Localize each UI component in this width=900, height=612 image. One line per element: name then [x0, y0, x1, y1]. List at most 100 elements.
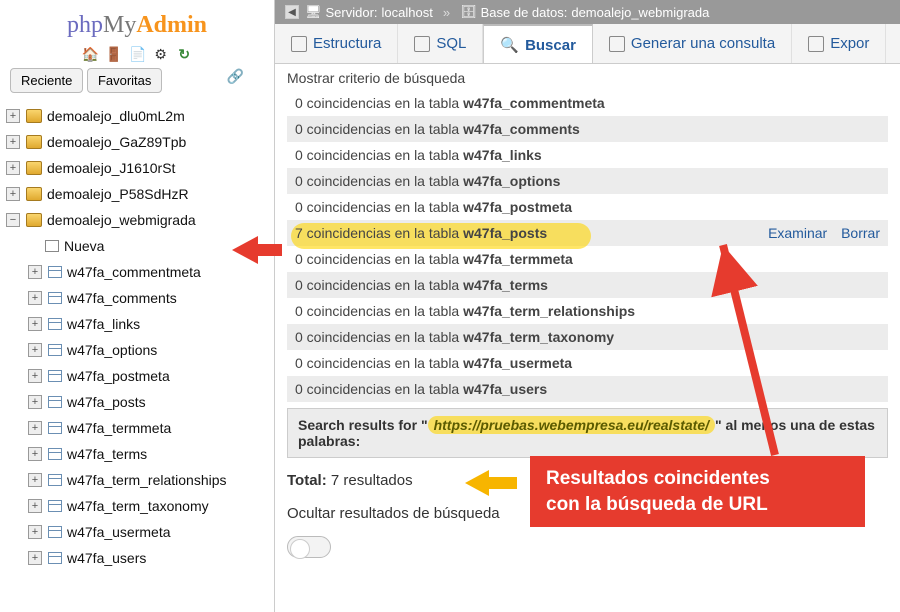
result-table: w47fa_links — [463, 147, 542, 163]
breadcrumb-database[interactable]: 🗄 Base de datos: demoalejo_webmigrada — [460, 4, 709, 20]
table-icon — [48, 474, 62, 486]
expand-icon[interactable]: + — [28, 291, 42, 305]
phpmyadmin-logo[interactable]: phpMyAdmin — [0, 12, 274, 39]
breadcrumb: ◀ 🖥 Servidor: localhost » 🗄 Base de dato… — [275, 0, 900, 24]
table-item[interactable]: +w47fa_options — [6, 337, 272, 363]
db-label: demoalejo_GaZ89Tpb — [47, 129, 186, 155]
sidebar-quick-icons: 🏠 🚪 📄 ⚙ ↻ — [0, 45, 274, 62]
table-item[interactable]: + w47fa_term_relationships — [6, 467, 272, 493]
expand-icon[interactable]: + — [28, 369, 42, 383]
tab-label: Expor — [830, 35, 869, 52]
tab-label: SQL — [436, 35, 466, 52]
home-icon[interactable]: 🏠 — [82, 46, 98, 62]
search-icon: 🔍 — [500, 36, 519, 54]
sidebar-tabs: Reciente Favoritas 🔗 — [10, 68, 264, 93]
breadcrumb-sep: » — [443, 5, 450, 20]
table-item[interactable]: +w47fa_links — [6, 311, 272, 337]
table-icon — [48, 292, 62, 304]
expand-icon[interactable]: + — [28, 343, 42, 357]
result-row: 0 coincidencias en la tabla w47fa_userme… — [287, 350, 888, 376]
expand-icon[interactable]: + — [28, 421, 42, 435]
tab-export[interactable]: Expor — [792, 24, 886, 63]
expand-icon[interactable]: + — [6, 161, 20, 175]
result-row: 0 coincidencias en la tabla w47fa_commen… — [287, 116, 888, 142]
total-value: 7 resultados — [331, 472, 413, 489]
tab-structure[interactable]: Estructura — [275, 24, 398, 63]
table-label: w47fa_termmeta — [67, 415, 171, 441]
table-item[interactable]: +w47fa_terms — [6, 441, 272, 467]
result-table: w47fa_commentmeta — [463, 95, 605, 111]
recent-button[interactable]: Reciente — [10, 68, 83, 93]
expand-icon[interactable]: + — [28, 499, 42, 513]
result-table: w47fa_terms — [463, 277, 548, 293]
expand-icon[interactable]: + — [28, 265, 42, 279]
table-item[interactable]: +w47fa_term_taxonomy — [6, 493, 272, 519]
delete-link[interactable]: Borrar — [841, 225, 880, 241]
expand-icon[interactable]: + — [28, 525, 42, 539]
database-icon: 🗄 — [460, 4, 477, 20]
result-row: 0 coincidencias en la tabla w47fa_terms — [287, 272, 888, 298]
link-icon[interactable]: 🔗 — [227, 68, 244, 85]
database-icon — [26, 135, 42, 149]
result-prefix: 0 coincidencias en la tabla — [295, 121, 463, 137]
doc-icon[interactable]: 📄 — [129, 46, 145, 62]
breadcrumb-server[interactable]: 🖥 Servidor: localhost — [305, 4, 433, 20]
table-label: w47fa_postmeta — [67, 363, 170, 389]
expand-icon[interactable]: + — [28, 551, 42, 565]
exit-icon[interactable]: 🚪 — [105, 46, 121, 62]
database-icon — [26, 109, 42, 123]
db-item[interactable]: + demoalejo_GaZ89Tpb — [6, 129, 272, 155]
table-item[interactable]: +w47fa_users — [6, 545, 272, 571]
table-icon — [48, 344, 62, 356]
toggle-switch[interactable] — [287, 536, 331, 558]
tab-bar: Estructura SQL 🔍Buscar Generar una consu… — [275, 24, 900, 64]
result-table: w47fa_postmeta — [463, 199, 572, 215]
favorites-button[interactable]: Favoritas — [87, 68, 162, 93]
result-prefix: 0 coincidencias en la tabla — [295, 173, 463, 189]
collapse-nav-icon[interactable]: ◀ — [285, 5, 299, 19]
collapse-icon[interactable]: − — [6, 213, 20, 227]
result-prefix: 0 coincidencias en la tabla — [295, 329, 463, 345]
server-value: localhost — [382, 5, 433, 20]
expand-icon[interactable]: + — [6, 187, 20, 201]
result-prefix: 0 coincidencias en la tabla — [295, 199, 463, 215]
table-label: w47fa_term_relationships — [67, 467, 227, 493]
expand-icon[interactable]: + — [28, 317, 42, 331]
expand-icon[interactable]: + — [28, 395, 42, 409]
db-label: Base de datos: — [481, 5, 568, 20]
result-row: 0 coincidencias en la tabla w47fa_postme… — [287, 194, 888, 220]
expand-icon[interactable]: + — [6, 135, 20, 149]
expand-icon[interactable]: + — [28, 473, 42, 487]
db-item[interactable]: +demoalejo_dlu0mL2m — [6, 103, 272, 129]
table-icon — [48, 266, 62, 278]
db-item[interactable]: +demoalejo_P58SdHzR — [6, 181, 272, 207]
table-item[interactable]: + w47fa_termmeta — [6, 415, 272, 441]
reload-icon[interactable]: ↻ — [176, 46, 192, 62]
result-prefix: 0 coincidencias en la tabla — [295, 355, 463, 371]
total-label: Total: — [287, 472, 327, 489]
tab-search[interactable]: 🔍Buscar — [483, 24, 593, 64]
examine-link[interactable]: Examinar — [768, 225, 827, 241]
result-table: w47fa_term_taxonomy — [463, 329, 614, 345]
tab-query[interactable]: Generar una consulta — [593, 24, 792, 63]
table-item[interactable]: + w47fa_usermeta — [6, 519, 272, 545]
result-row: 0 coincidencias en la tabla w47fa_commen… — [287, 90, 888, 116]
new-label: Nueva — [64, 233, 104, 259]
tab-label: Generar una consulta — [631, 35, 775, 52]
db-item-selected[interactable]: −demoalejo_webmigrada — [6, 207, 272, 233]
logo-my: My — [103, 12, 136, 38]
result-prefix: 0 coincidencias en la tabla — [295, 147, 463, 163]
tab-sql[interactable]: SQL — [398, 24, 483, 63]
table-item[interactable]: +w47fa_posts — [6, 389, 272, 415]
db-item[interactable]: +demoalejo_J1610rSt — [6, 155, 272, 181]
table-label: w47fa_usermeta — [67, 519, 171, 545]
show-criteria-link[interactable]: Mostrar criterio de búsqueda — [287, 70, 888, 86]
table-item[interactable]: +w47fa_comments — [6, 285, 272, 311]
table-item[interactable]: + w47fa_postmeta — [6, 363, 272, 389]
table-icon — [48, 552, 62, 564]
callout-line2: con la búsqueda de URL — [546, 492, 849, 518]
expand-icon[interactable]: + — [6, 109, 20, 123]
expand-icon[interactable]: + — [28, 447, 42, 461]
summary-url: https://pruebas.webempresa.eu/realstate/ — [428, 416, 715, 434]
gear-icon[interactable]: ⚙ — [153, 46, 169, 62]
